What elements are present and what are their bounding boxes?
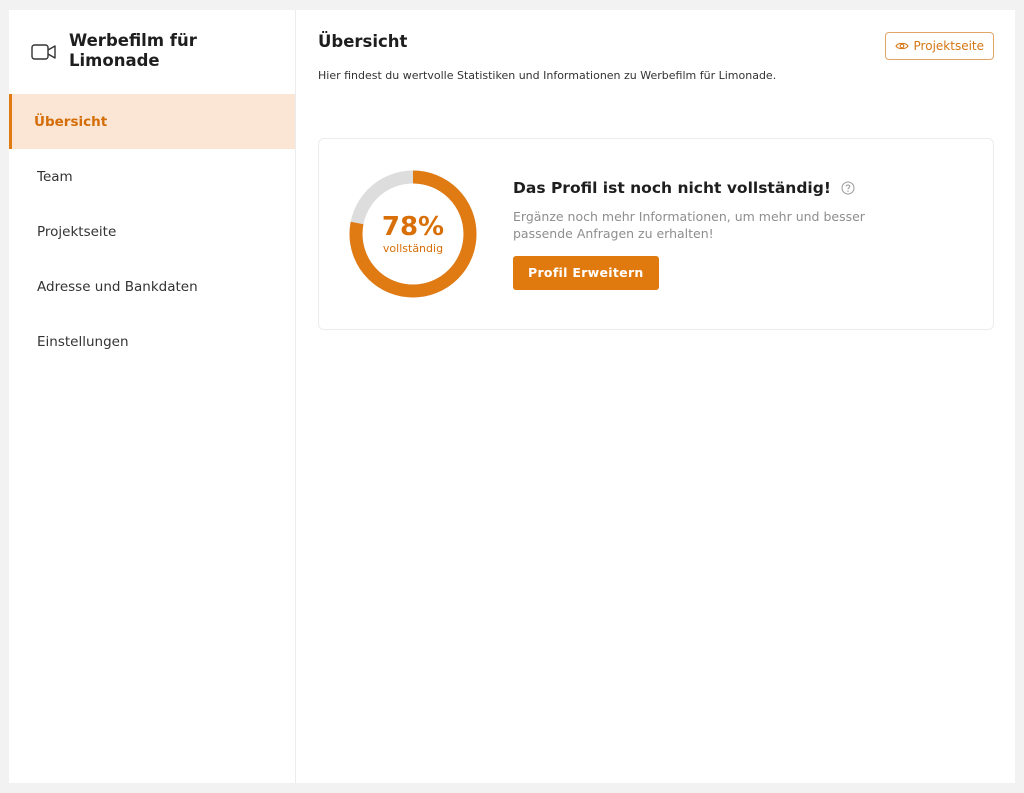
progress-caption: vollständig xyxy=(382,241,444,255)
project-title: Werbefilm für Limonade xyxy=(69,31,197,70)
page-description: Hier findest du wertvolle Statistiken un… xyxy=(318,69,777,82)
progress-percent: 78% xyxy=(381,211,445,242)
project-header: Werbefilm für Limonade xyxy=(9,10,295,94)
sidebar-item-einstellungen[interactable]: Einstellungen xyxy=(9,314,295,369)
profile-card-description: Ergänze noch mehr Informationen, um mehr… xyxy=(513,208,865,241)
main-content: Übersicht Hier findest du wertvolle Stat… xyxy=(296,10,1015,783)
profile-card-title-row: Das Profil ist noch nicht vollständig! xyxy=(513,179,913,197)
profile-progress-ring: 78% vollständig xyxy=(348,169,478,299)
profile-card-text: Das Profil ist noch nicht vollständig! E… xyxy=(513,179,913,290)
help-circle-icon[interactable] xyxy=(841,181,855,195)
project-page-button-label: Projektseite xyxy=(913,39,984,53)
project-page-button[interactable]: Projektseite xyxy=(884,32,994,60)
sidebar-item-team[interactable]: Team xyxy=(9,149,295,204)
sidebar-item-adresse-bankdaten[interactable]: Adresse und Bankdaten xyxy=(9,259,295,314)
video-camera-icon xyxy=(31,44,56,60)
app-frame: Werbefilm für Limonade Übersicht Team Pr… xyxy=(9,10,1015,783)
sidebar-item-uebersicht[interactable]: Übersicht xyxy=(9,94,295,149)
sidebar-nav: Übersicht Team Projektseite Adresse und … xyxy=(9,94,295,369)
eye-icon xyxy=(894,42,909,50)
progress-ring-center: 78% vollständig xyxy=(348,169,478,299)
sidebar-item-projektseite[interactable]: Projektseite xyxy=(9,204,295,259)
sidebar: Werbefilm für Limonade Übersicht Team Pr… xyxy=(9,10,296,783)
profile-completion-card: 78% vollständig Das Profil ist noch nich… xyxy=(318,138,994,330)
profile-card-title: Das Profil ist noch nicht vollständig! xyxy=(513,178,831,197)
expand-profile-button[interactable]: Profil Erweitern xyxy=(513,255,659,290)
